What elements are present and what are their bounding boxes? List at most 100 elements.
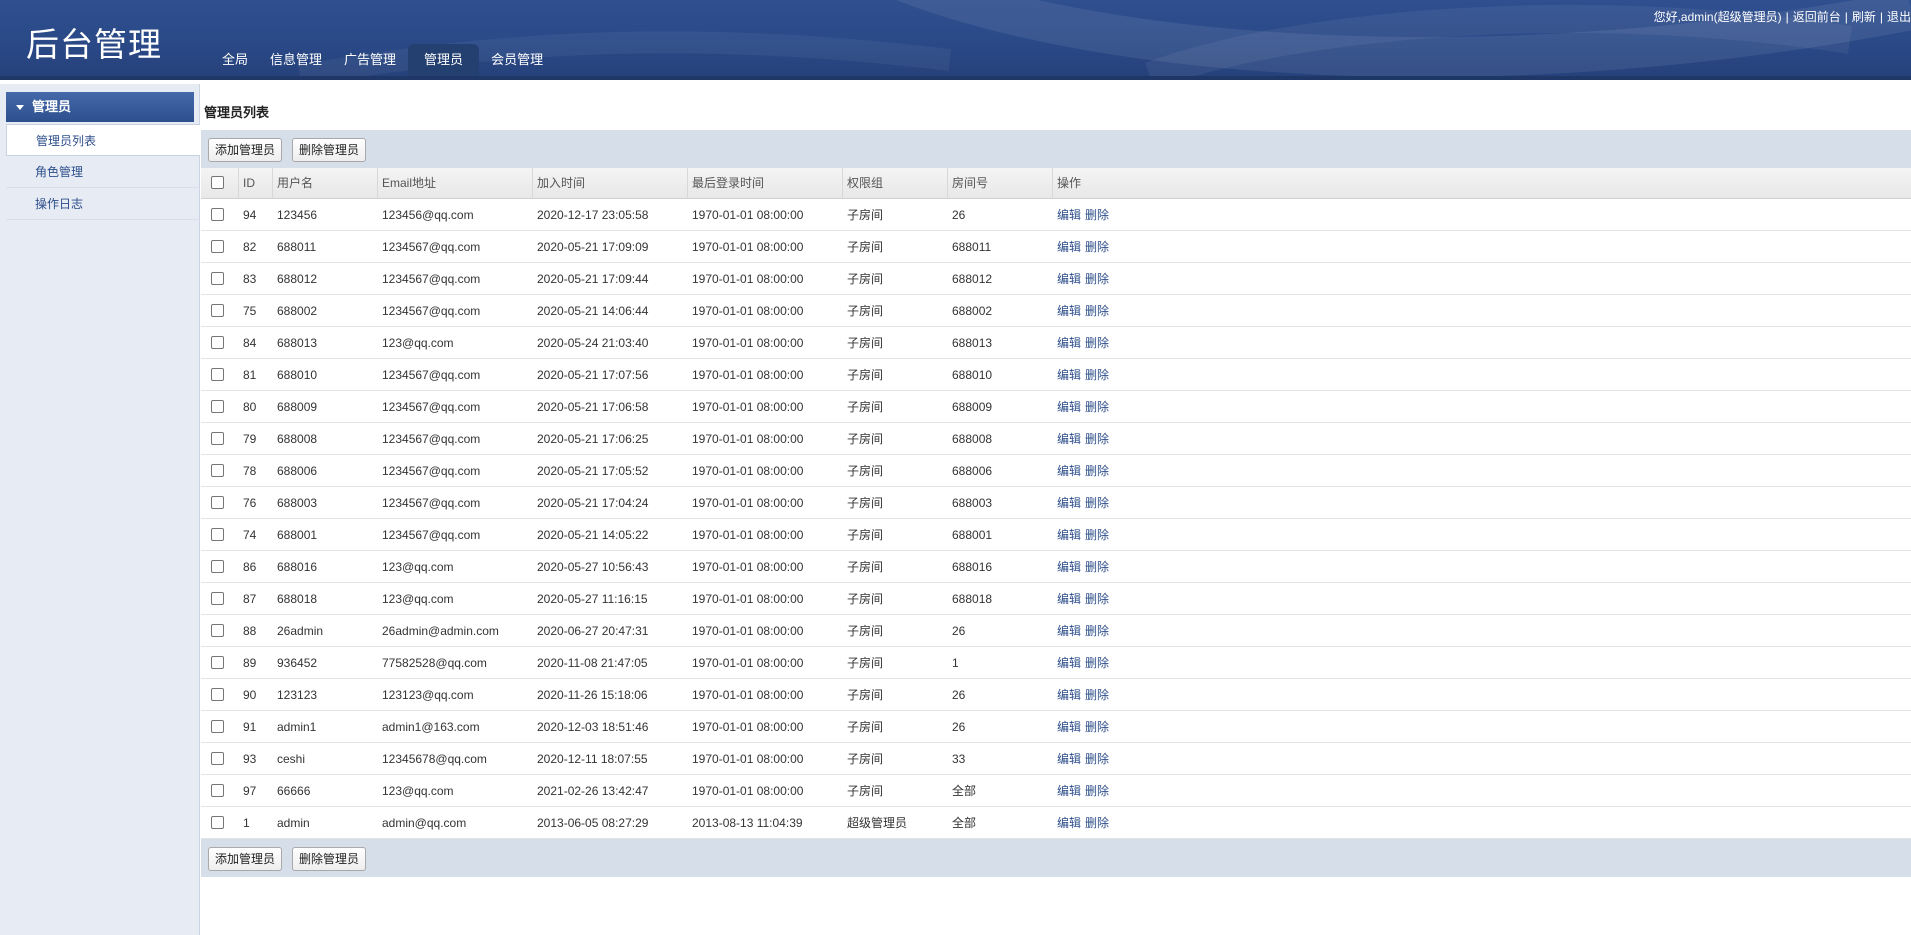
cell-id: 88 (243, 624, 257, 638)
edit-link[interactable]: 编辑 (1057, 464, 1081, 478)
edit-link[interactable]: 编辑 (1057, 624, 1081, 638)
edit-link[interactable]: 编辑 (1057, 240, 1081, 254)
edit-link[interactable]: 编辑 (1057, 272, 1081, 286)
cell-id: 84 (243, 336, 257, 350)
delete-link[interactable]: 删除 (1085, 752, 1109, 766)
edit-link[interactable]: 编辑 (1057, 688, 1081, 702)
cell-join-time: 2021-02-26 13:42:47 (537, 784, 649, 798)
delete-admin-button[interactable]: 删除管理员 (292, 138, 367, 162)
cell-group: 子房间 (847, 368, 884, 382)
delete-link[interactable]: 删除 (1085, 496, 1109, 510)
nav-tab-info[interactable]: 信息管理 (260, 44, 332, 76)
row-checkbox[interactable] (211, 336, 224, 350)
row-checkbox[interactable] (211, 400, 224, 414)
edit-link[interactable]: 编辑 (1057, 208, 1081, 222)
row-checkbox[interactable] (211, 720, 224, 734)
cell-actions: 编辑 删除 (1053, 359, 1911, 390)
edit-link[interactable]: 编辑 (1057, 528, 1081, 542)
delete-link[interactable]: 删除 (1085, 272, 1109, 286)
delete-link[interactable]: 删除 (1085, 240, 1109, 254)
refresh-link[interactable]: 刷新 (1852, 10, 1876, 24)
cell-room: 全部 (952, 784, 977, 798)
row-checkbox[interactable] (211, 688, 224, 702)
row-checkbox[interactable] (211, 624, 224, 638)
col-header-id: ID (239, 168, 273, 198)
delete-link[interactable]: 删除 (1085, 624, 1109, 638)
row-checkbox[interactable] (211, 496, 224, 510)
delete-link[interactable]: 删除 (1085, 720, 1109, 734)
edit-link[interactable]: 编辑 (1057, 752, 1081, 766)
row-checkbox[interactable] (211, 592, 224, 606)
edit-link[interactable]: 编辑 (1057, 592, 1081, 606)
delete-link[interactable]: 删除 (1085, 208, 1109, 222)
edit-link[interactable]: 编辑 (1057, 336, 1081, 350)
delete-link[interactable]: 删除 (1085, 464, 1109, 478)
edit-link[interactable]: 编辑 (1057, 400, 1081, 414)
row-checkbox[interactable] (211, 304, 224, 318)
col-header-email: Email地址 (378, 168, 533, 198)
delete-link[interactable]: 删除 (1085, 304, 1109, 318)
delete-link[interactable]: 删除 (1085, 592, 1109, 606)
row-checkbox[interactable] (211, 784, 224, 798)
row-checkbox[interactable] (211, 560, 224, 574)
cell-username: 688018 (277, 592, 318, 606)
cell-email: 26admin@admin.com (382, 624, 499, 638)
nav-tab-members[interactable]: 会员管理 (481, 44, 553, 76)
delete-link[interactable]: 删除 (1085, 368, 1109, 382)
table-row: 86 688016 123@qq.com 2020-05-27 10:56:43 197… (201, 551, 1911, 583)
cell-last-login: 1970-01-01 08:00:00 (692, 464, 804, 478)
delete-link[interactable]: 删除 (1085, 656, 1109, 670)
delete-link[interactable]: 删除 (1085, 816, 1109, 830)
table-row: 74 688001 1234567@qq.com 2020-05-21 14:05:2… (201, 519, 1911, 551)
delete-link[interactable]: 删除 (1085, 432, 1109, 446)
row-checkbox[interactable] (211, 656, 224, 670)
delete-admin-button-bottom[interactable]: 删除管理员 (292, 847, 367, 871)
logout-link[interactable]: 退出 (1887, 10, 1911, 24)
row-checkbox[interactable] (211, 240, 224, 254)
row-checkbox[interactable] (211, 272, 224, 286)
delete-link[interactable]: 删除 (1085, 336, 1109, 350)
add-admin-button[interactable]: 添加管理员 (208, 138, 283, 162)
sidebar-item-roles[interactable]: 角色管理 (6, 156, 200, 188)
row-checkbox[interactable] (211, 368, 224, 382)
cell-group: 子房间 (847, 400, 884, 414)
edit-link[interactable]: 编辑 (1057, 784, 1081, 798)
row-checkbox[interactable] (211, 816, 224, 830)
nav-tab-global[interactable]: 全局 (212, 44, 258, 76)
add-admin-button-bottom[interactable]: 添加管理员 (208, 847, 283, 871)
cell-room: 全部 (952, 816, 977, 830)
nav-tab-ads[interactable]: 广告管理 (334, 44, 406, 76)
edit-link[interactable]: 编辑 (1057, 368, 1081, 382)
delete-link[interactable]: 删除 (1085, 784, 1109, 798)
cell-room: 688002 (952, 304, 993, 318)
cell-select (201, 647, 239, 678)
edit-link[interactable]: 编辑 (1057, 432, 1081, 446)
delete-link[interactable]: 删除 (1085, 560, 1109, 574)
edit-link[interactable]: 编辑 (1057, 304, 1081, 318)
edit-link[interactable]: 编辑 (1057, 560, 1081, 574)
edit-link[interactable]: 编辑 (1057, 496, 1081, 510)
cell-group: 子房间 (847, 464, 884, 478)
back-to-front-link[interactable]: 返回前台 (1793, 10, 1841, 24)
cell-actions: 编辑 删除 (1053, 807, 1911, 838)
delete-link[interactable]: 删除 (1085, 688, 1109, 702)
nav-tab-admins[interactable]: 管理员 (408, 44, 480, 76)
row-checkbox[interactable] (211, 752, 224, 766)
cell-last-login: 1970-01-01 08:00:00 (692, 240, 804, 254)
sidebar-section-header[interactable]: 管理员 (6, 92, 194, 122)
sidebar-item-admin-list[interactable]: 管理员列表 (6, 124, 200, 156)
top-nav: 全局 信息管理 广告管理 管理员 会员管理 (212, 44, 555, 76)
edit-link[interactable]: 编辑 (1057, 720, 1081, 734)
cell-id: 89 (243, 656, 257, 670)
edit-link[interactable]: 编辑 (1057, 656, 1081, 670)
cell-select (201, 743, 239, 774)
select-all-checkbox[interactable] (211, 176, 224, 190)
sidebar-item-logs[interactable]: 操作日志 (6, 188, 200, 220)
delete-link[interactable]: 删除 (1085, 400, 1109, 414)
edit-link[interactable]: 编辑 (1057, 816, 1081, 830)
row-checkbox[interactable] (211, 464, 224, 478)
row-checkbox[interactable] (211, 208, 224, 222)
delete-link[interactable]: 删除 (1085, 528, 1109, 542)
row-checkbox[interactable] (211, 528, 224, 542)
row-checkbox[interactable] (211, 432, 224, 446)
